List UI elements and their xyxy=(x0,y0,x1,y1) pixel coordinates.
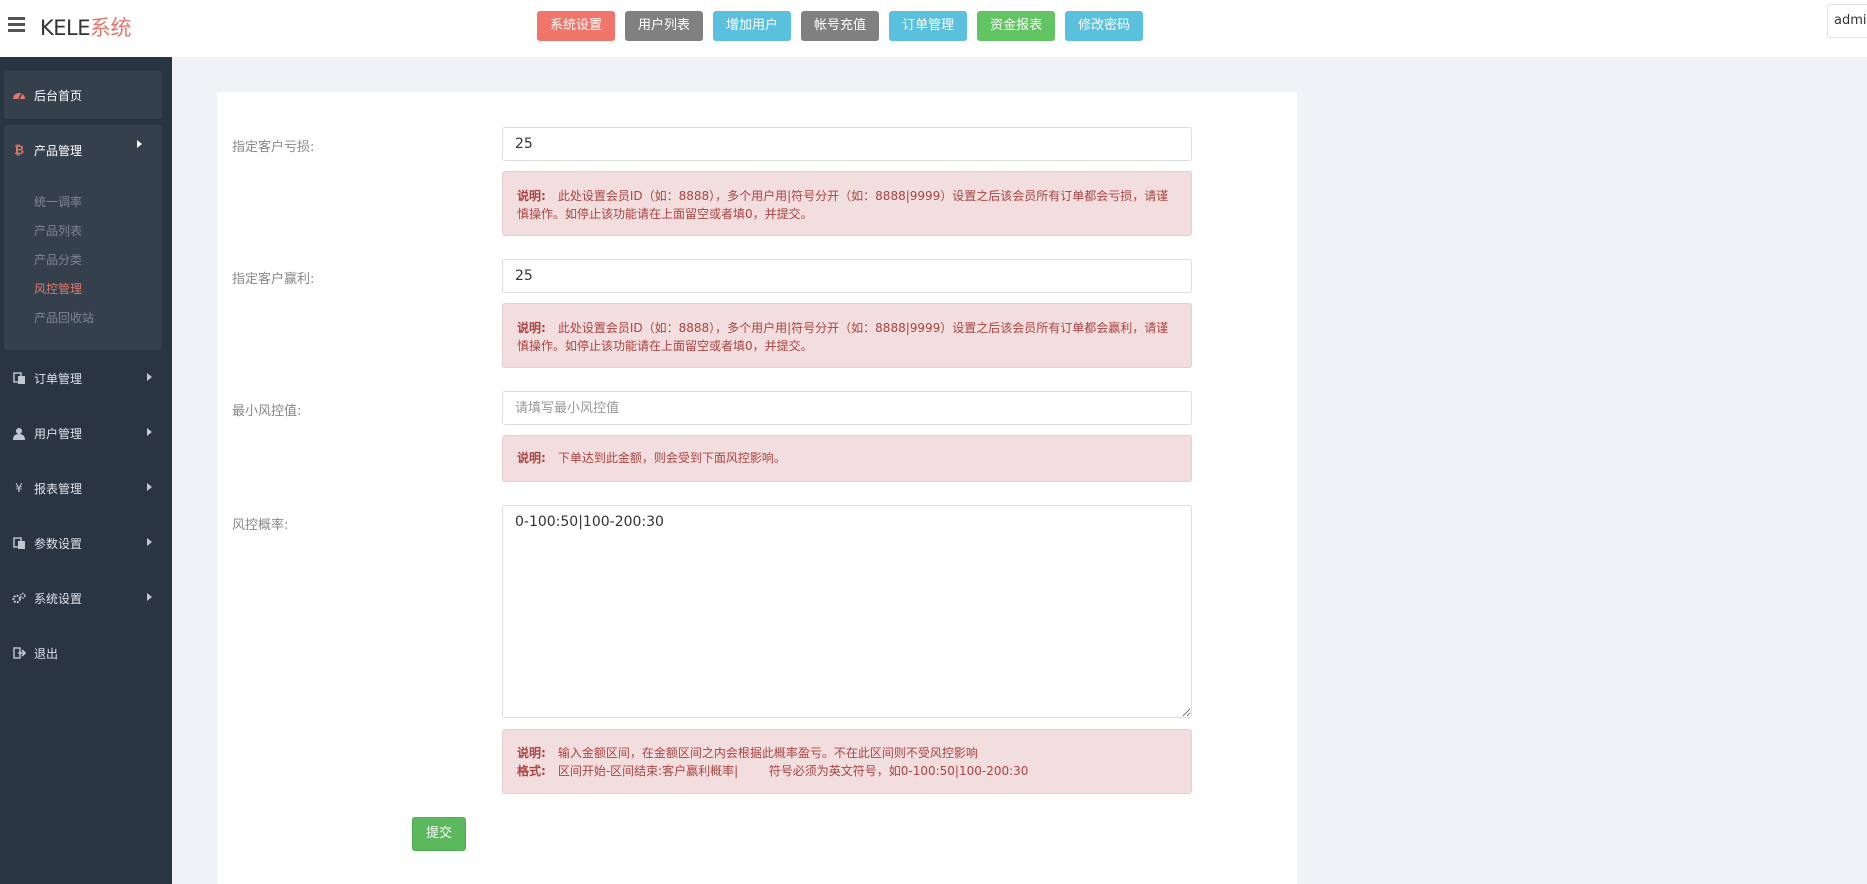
loss-note-title: 说明: xyxy=(517,189,546,203)
risk-rate-note-line2: 格式: 区间开始-区间结束:客户赢利概率| 符号必须为英文符号，如0-100:50… xyxy=(517,762,1177,780)
sidebar-item-label: 退出 xyxy=(34,646,59,661)
top-nav: 系统设置 用户列表 增加用户 帐号充值 订单管理 资金报表 修改密码 xyxy=(537,11,1144,41)
submenu-item-unified-rate[interactable]: 统一调率 xyxy=(34,193,82,210)
topnav-change-password-button[interactable]: 修改密码 xyxy=(1065,11,1144,41)
loss-label: 指定客户亏损: xyxy=(232,140,315,155)
risk-rate-note-text2: 区间开始-区间结束:客户赢利概率| 符号必须为英文符号，如0-100:50|10… xyxy=(557,764,1029,778)
copy-icon xyxy=(12,536,26,550)
sign-out-icon xyxy=(12,646,26,660)
loss-input[interactable] xyxy=(502,127,1192,161)
submit-button[interactable]: 提交 xyxy=(412,817,466,851)
sidebar-item-home[interactable]: 后台首页 xyxy=(4,71,162,119)
topnav-user-list-button[interactable]: 用户列表 xyxy=(625,11,704,41)
sidebar-item-label: 后台首页 xyxy=(34,88,83,103)
dashboard-icon xyxy=(12,88,26,102)
sidebar-item-label: 系统设置 xyxy=(34,591,83,606)
bitcoin-icon: ₿ xyxy=(14,143,24,157)
sidebar-item-reports[interactable]: ¥ 报表管理 xyxy=(0,468,172,508)
sidebar-item-product[interactable]: ₿ 产品管理 xyxy=(4,125,162,175)
min-risk-label: 最小风控值: xyxy=(232,404,302,419)
user-icon xyxy=(12,426,26,440)
sidebar-item-system[interactable]: 系统设置 xyxy=(0,578,172,618)
product-submenu: 统一调率 产品列表 产品分类 风控管理 产品回收站 xyxy=(4,175,162,350)
yen-icon: ¥ xyxy=(15,481,23,495)
loss-note: 说明: 此处设置会员ID（如：8888），多个用户用|符号分开（如：8888|99… xyxy=(502,171,1192,236)
topnav-orders-button[interactable]: 订单管理 xyxy=(889,11,968,41)
topnav-finance-report-button[interactable]: 资金报表 xyxy=(977,11,1056,41)
risk-rate-note-line1: 说明: 输入金额区间，在金额区间之内会根据此概率盈亏。不在此区间则不受风控影响 xyxy=(517,744,1177,762)
sidebar-item-users[interactable]: 用户管理 xyxy=(0,413,172,453)
sidebar-item-params[interactable]: 参数设置 xyxy=(0,523,172,563)
win-note-title: 说明: xyxy=(517,321,546,335)
submenu-item-recycle-bin[interactable]: 产品回收站 xyxy=(34,309,94,326)
min-risk-input[interactable] xyxy=(502,391,1192,425)
submenu-item-product-category[interactable]: 产品分类 xyxy=(34,251,82,268)
chevron-right-icon xyxy=(147,373,152,381)
chevron-right-icon xyxy=(147,428,152,436)
sidebar-item-logout[interactable]: 退出 xyxy=(0,633,172,673)
min-risk-note-text: 下单达到此金额，则会受到下面风控影响。 xyxy=(557,451,786,465)
topnav-system-settings-button[interactable]: 系统设置 xyxy=(537,11,616,41)
sidebar-item-label: 订单管理 xyxy=(34,371,83,386)
risk-rate-label: 风控概率: xyxy=(232,518,289,533)
sidebar: 后台首页 ₿ 产品管理 统一调率 产品列表 产品分类 风控管理 产品回收站 订单… xyxy=(0,57,172,884)
win-note: 说明: 此处设置会员ID（如：8888），多个用户用|符号分开（如：8888|99… xyxy=(502,303,1192,368)
chevron-right-icon xyxy=(147,538,152,546)
brand-accent: 系统 xyxy=(90,16,132,40)
brand-main: KELE xyxy=(40,16,91,40)
top-bar: KELE系统 系统设置 用户列表 增加用户 帐号充值 订单管理 资金报表 修改密… xyxy=(0,0,1867,57)
chevron-right-icon xyxy=(137,140,142,148)
copy-icon xyxy=(12,371,26,385)
gears-icon xyxy=(12,591,26,605)
risk-rate-textarea[interactable]: 0-100:50|100-200:30 xyxy=(502,505,1192,718)
sidebar-item-label: 参数设置 xyxy=(34,536,83,551)
risk-rate-note-title1: 说明: xyxy=(517,746,546,760)
risk-rate-note-text1: 输入金额区间，在金额区间之内会根据此概率盈亏。不在此区间则不受风控影响 xyxy=(557,746,978,760)
sidebar-item-label: 用户管理 xyxy=(34,426,83,441)
risk-rate-note: 说明: 输入金额区间，在金额区间之内会根据此概率盈亏。不在此区间则不受风控影响 格… xyxy=(502,729,1192,794)
brand-logo: KELE系统 xyxy=(40,12,132,42)
topnav-recharge-button[interactable]: 帐号充值 xyxy=(801,11,880,41)
win-note-text: 此处设置会员ID（如：8888），多个用户用|符号分开（如：8888|9999）… xyxy=(517,321,1169,353)
sidebar-item-label: 报表管理 xyxy=(34,481,83,496)
min-risk-note: 说明: 下单达到此金额，则会受到下面风控影响。 xyxy=(502,435,1192,482)
min-risk-note-title: 说明: xyxy=(517,451,546,465)
win-input[interactable] xyxy=(502,259,1192,293)
sidebar-item-orders[interactable]: 订单管理 xyxy=(0,358,172,398)
topnav-add-user-button[interactable]: 增加用户 xyxy=(713,11,792,41)
chevron-right-icon xyxy=(147,593,152,601)
win-label: 指定客户赢利: xyxy=(232,272,315,287)
admin-user-menu[interactable]: admin xyxy=(1827,4,1867,38)
submenu-item-risk-control[interactable]: 风控管理 xyxy=(34,280,82,297)
sidebar-item-label: 产品管理 xyxy=(34,143,83,158)
chevron-right-icon xyxy=(147,483,152,491)
menu-toggle-icon[interactable] xyxy=(8,17,25,33)
loss-note-text: 此处设置会员ID（如：8888），多个用户用|符号分开（如：8888|9999）… xyxy=(517,189,1169,221)
submenu-item-product-list[interactable]: 产品列表 xyxy=(34,222,82,239)
risk-rate-note-title2: 格式: xyxy=(517,764,546,778)
